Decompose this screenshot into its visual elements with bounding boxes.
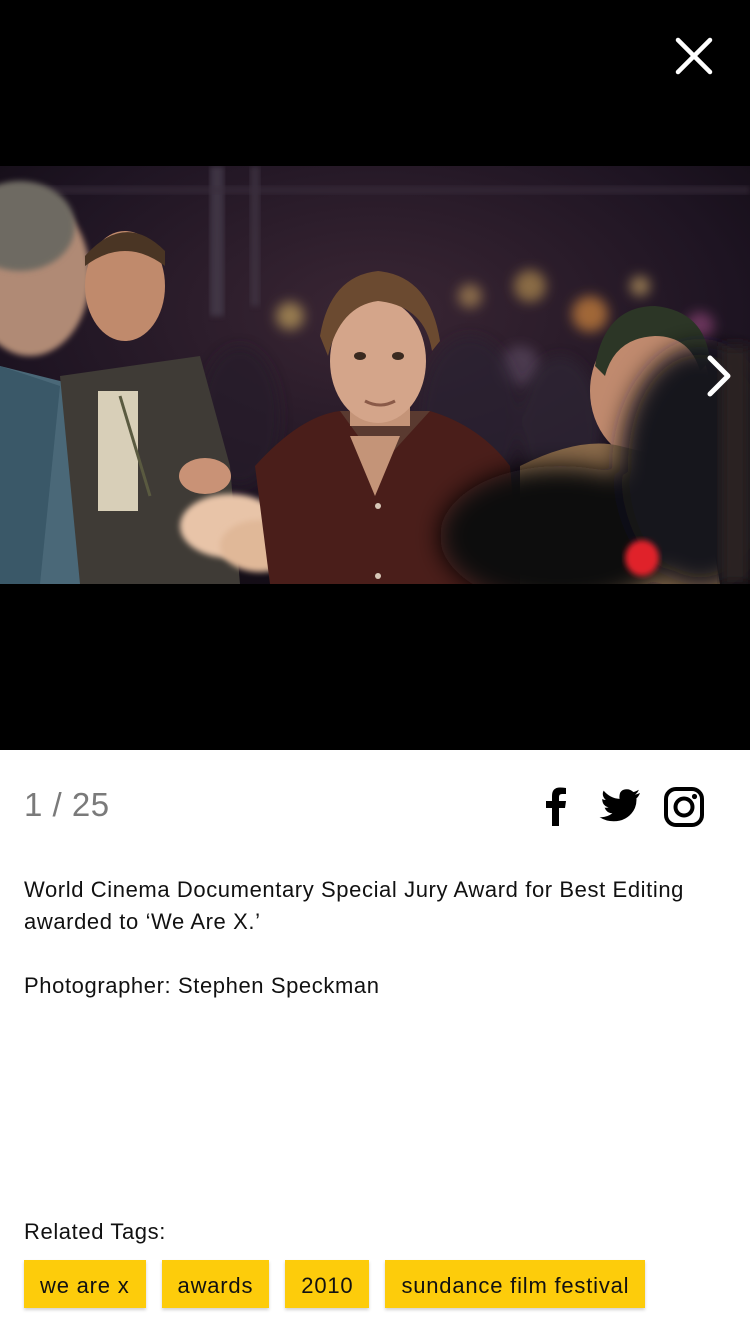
tag-sundance-film-festival[interactable]: sundance film festival <box>385 1260 646 1308</box>
photo-counter: 1 / 25 <box>24 786 110 823</box>
instagram-icon[interactable] <box>663 786 705 827</box>
photo-viewer <box>0 0 750 750</box>
related-tags-list: we are x awards 2010 sundance film festi… <box>24 1260 646 1308</box>
photo-credit: Photographer: Stephen Speckman <box>24 970 380 1002</box>
twitter-icon[interactable] <box>598 786 642 826</box>
photo-caption: World Cinema Documentary Special Jury Aw… <box>24 877 685 934</box>
facebook-icon[interactable] <box>540 786 570 826</box>
credit-label: Photographer: <box>24 973 172 998</box>
photo-info-panel: 1 / 25 World Cinema Documentary Special … <box>0 750 750 1332</box>
close-icon[interactable] <box>670 32 718 80</box>
related-tags-label: Related Tags: <box>24 1219 166 1244</box>
tag-awards[interactable]: awards <box>161 1260 270 1308</box>
tag-we-are-x[interactable]: we are x <box>24 1260 146 1308</box>
credit-name: Stephen Speckman <box>177 973 380 998</box>
tag-2010[interactable]: 2010 <box>285 1260 370 1308</box>
chevron-right-icon[interactable] <box>700 350 736 402</box>
gallery-photo <box>0 166 750 584</box>
